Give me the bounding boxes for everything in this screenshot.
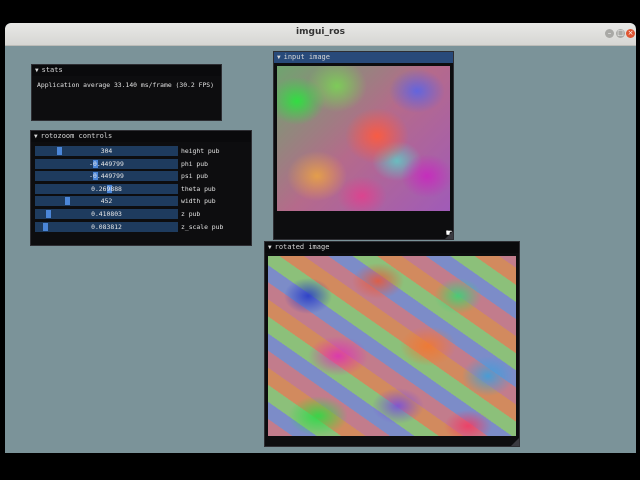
slider-label: z_scale pub: [181, 222, 224, 231]
slider-value: 452: [100, 197, 113, 206]
triangle-down-icon[interactable]: ▼: [268, 244, 272, 251]
slider-row: 0.083812 z_scale pub: [35, 221, 265, 232]
slider-value: 0.269888: [91, 184, 122, 193]
input-image-header[interactable]: ▼ input image: [274, 52, 453, 63]
slider-row: 452 width pub: [35, 195, 265, 207]
slider-row: -0.449799 psi pub: [35, 170, 265, 182]
triangle-down-icon[interactable]: ▼: [35, 67, 39, 74]
close-icon[interactable]: ×: [626, 29, 635, 38]
stats-title: stats: [41, 66, 63, 74]
slider-row: 304 height pub: [35, 145, 265, 156]
triangle-down-icon[interactable]: ▼: [34, 133, 38, 140]
slider-value: 304: [100, 147, 113, 155]
slider-track[interactable]: 0.410803: [35, 209, 178, 219]
rotozoom-panel: ▼ rotozoom controls 304 height pub -0.44979…: [30, 130, 252, 246]
window-titlebar[interactable]: imgui_ros – □ ×: [5, 23, 636, 46]
stats-header[interactable]: ▼ stats: [32, 65, 221, 76]
slider-track[interactable]: -0.449799: [35, 171, 178, 182]
slider-track[interactable]: 304: [35, 146, 178, 156]
slider-row: 0.410803 z pub: [35, 208, 265, 219]
triangle-down-icon[interactable]: ▼: [277, 54, 281, 61]
slider-track[interactable]: 0.269888: [35, 183, 178, 194]
slider-row: -0.449799 phi pub: [35, 158, 265, 169]
maximize-icon[interactable]: □: [616, 29, 625, 38]
stats-text: Application average 33.140 ms/frame (30.…: [37, 81, 214, 89]
slider-label: theta pub: [181, 184, 216, 193]
rotated-image-header[interactable]: ▼ rotated image: [265, 242, 519, 253]
minimize-icon[interactable]: –: [605, 29, 614, 38]
window-title: imgui_ros: [296, 27, 345, 37]
slider-value: -0.449799: [89, 172, 124, 181]
resize-grip[interactable]: [511, 438, 519, 446]
input-image: [277, 66, 450, 211]
slider-value: 0.410803: [91, 210, 122, 218]
slider-value: 0.083812: [91, 222, 122, 231]
rotozoom-title: rotozoom controls: [40, 132, 113, 140]
rotated-image-title: rotated image: [274, 243, 330, 251]
input-image-panel: ▼ input image: [273, 51, 454, 240]
stats-panel: ▼ stats Application average 33.140 ms/fra…: [31, 64, 222, 121]
slider-row: 0.269888 theta pub: [35, 183, 265, 194]
rotozoom-header[interactable]: ▼ rotozoom controls: [31, 131, 251, 142]
slider-track[interactable]: 452: [35, 196, 178, 207]
slider-label: phi pub: [181, 159, 208, 168]
rotated-image-panel: ▼ rotated image: [264, 241, 520, 447]
slider-label: psi pub: [181, 172, 208, 181]
input-image-title: input image: [283, 53, 330, 61]
app-window: imgui_ros – □ × ▼ stats Application avera…: [5, 23, 636, 453]
slider-track[interactable]: -0.449799: [35, 158, 178, 169]
mouse-cursor-icon: ☛: [446, 228, 453, 239]
slider-track[interactable]: 0.083812: [35, 221, 178, 232]
slider-label: height pub: [181, 147, 220, 155]
slider-value: -0.449799: [89, 159, 124, 168]
slider-label: z pub: [181, 210, 201, 218]
rotated-image: [268, 256, 516, 436]
slider-label: width pub: [181, 197, 216, 206]
